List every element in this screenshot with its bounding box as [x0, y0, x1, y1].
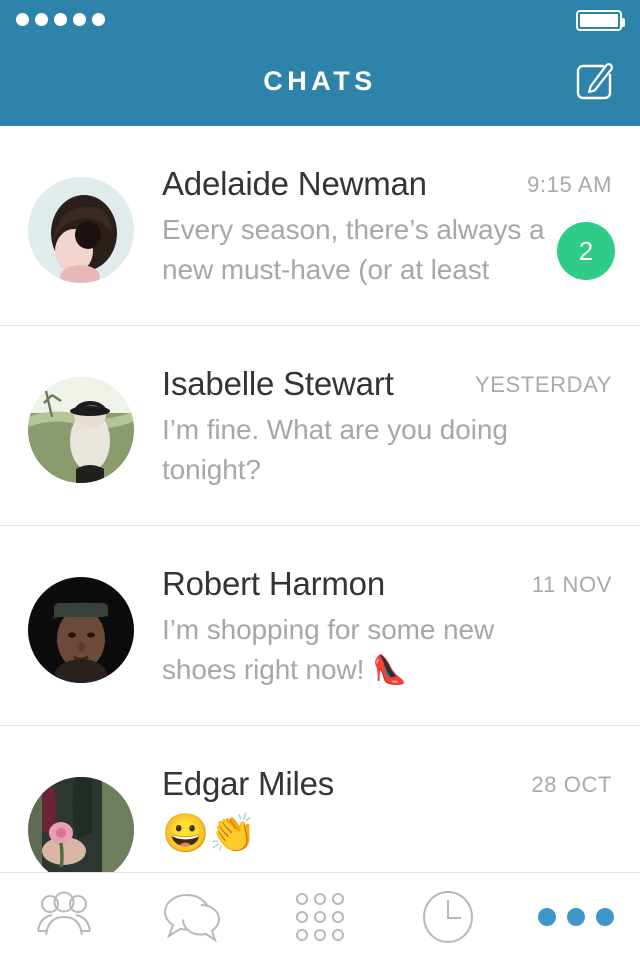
compose-pencil-icon[interactable] [570, 58, 618, 106]
tab-chats[interactable] [128, 873, 256, 960]
contacts-group-icon [32, 891, 96, 943]
chat-row[interactable]: Isabelle Stewart YESTERDAY I’m fine. Wha… [0, 326, 640, 526]
chat-preview: I’m fine. What are you doing tonight? [162, 414, 508, 485]
battery-full-icon [576, 10, 625, 31]
signal-dots-icon [16, 13, 105, 26]
chat-list: Adelaide Newman 9:15 AM Every season, th… [0, 126, 640, 883]
app-header: CHATS [0, 0, 640, 126]
more-dots-icon [538, 907, 614, 926]
chat-name: Robert Harmon [162, 565, 385, 602]
chat-preview: Every season, there’s always a new must-… [162, 214, 545, 285]
tab-recents[interactable] [384, 873, 512, 960]
chat-row-header: Robert Harmon 11 NOV [162, 564, 630, 608]
tab-contacts[interactable] [0, 873, 128, 960]
chat-row-header: Adelaide Newman 9:15 AM [162, 164, 630, 208]
chat-row[interactable]: Adelaide Newman 9:15 AM Every season, th… [0, 126, 640, 326]
chat-preview: 😀👏 [162, 813, 257, 855]
keypad-grid-icon [293, 890, 347, 944]
tab-keypad[interactable] [256, 873, 384, 960]
chat-name: Isabelle Stewart [162, 365, 394, 402]
avatar-robert-harmon [28, 577, 134, 683]
page-title: CHATS [263, 66, 377, 96]
tab-more[interactable] [512, 873, 640, 960]
chat-timestamp: 11 NOV [531, 572, 612, 597]
avatar-adelaide-newman [28, 177, 134, 283]
avatar-edgar-miles [28, 777, 134, 883]
battery-cap [622, 18, 625, 27]
chat-row-content: Adelaide Newman 9:15 AM Every season, th… [162, 164, 630, 290]
chat-row-content: Isabelle Stewart YESTERDAY I’m fine. Wha… [162, 364, 630, 490]
bottom-tab-bar [0, 872, 640, 960]
chat-row-header: Isabelle Stewart YESTERDAY [162, 364, 630, 408]
status-bar [0, 0, 640, 42]
chat-name: Adelaide Newman [162, 165, 427, 202]
chats-screen: CHATS Adelaide Newman 9:15 AM Every seas… [0, 0, 640, 960]
chat-bubbles-icon [161, 891, 223, 943]
unread-badge: 2 [557, 222, 615, 280]
chat-row[interactable]: Robert Harmon 11 NOV I’m shopping for so… [0, 526, 640, 726]
chat-preview: I’m shopping for some new shoes right no… [162, 614, 495, 685]
chat-row-content: Robert Harmon 11 NOV I’m shopping for so… [162, 564, 630, 690]
battery-fill [580, 14, 618, 27]
chat-timestamp: YESTERDAY [474, 372, 612, 397]
clock-recents-icon [421, 889, 475, 945]
chat-timestamp: 28 OCT [531, 772, 612, 797]
chat-name: Edgar Miles [162, 765, 335, 802]
avatar-isabelle-stewart [28, 377, 134, 483]
chat-row-header: Edgar Miles 28 OCT [162, 764, 630, 808]
chat-timestamp: 9:15 AM [527, 172, 612, 197]
chat-row-content: Edgar Miles 28 OCT 😀👏 [162, 764, 630, 858]
